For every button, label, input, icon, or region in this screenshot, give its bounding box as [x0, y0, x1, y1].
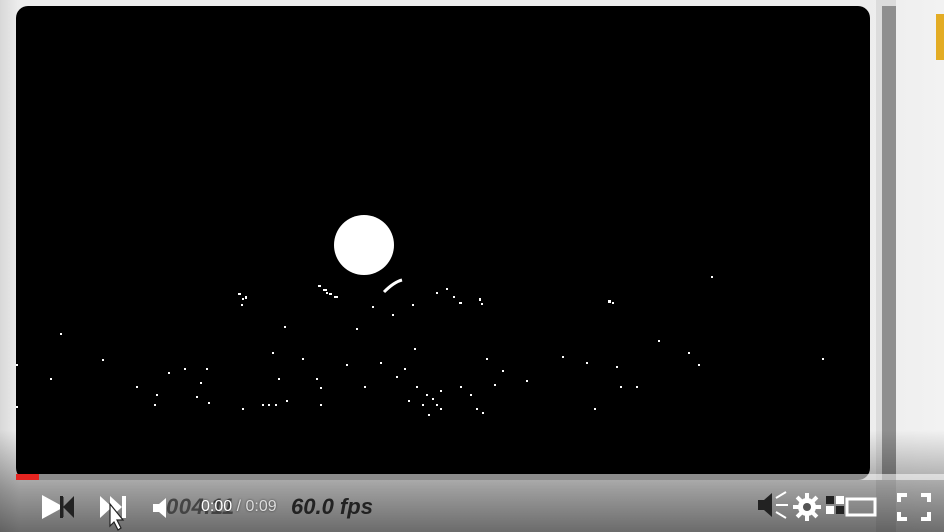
settings-icon — [793, 493, 821, 521]
mouse-pointer-icon — [109, 502, 125, 531]
volume-icon — [153, 498, 166, 518]
annotations-button[interactable] — [756, 488, 792, 522]
settings-button[interactable] — [792, 492, 822, 522]
time-display: 0:00 / 0:09 — [201, 498, 277, 516]
moon — [334, 215, 394, 275]
fullscreen-icon — [897, 493, 931, 521]
fullscreen-button[interactable] — [896, 492, 932, 522]
light-arc — [382, 278, 403, 294]
volume-button[interactable] — [150, 494, 176, 522]
progress-bar[interactable] — [16, 474, 944, 480]
current-time: 0:00 — [201, 498, 233, 515]
previous-button[interactable] — [58, 494, 76, 520]
theater-mode-button[interactable] — [844, 494, 878, 520]
video-frame[interactable] — [16, 6, 870, 480]
scroll-bar[interactable] — [882, 6, 896, 480]
accent-tab — [936, 14, 944, 60]
time-separator: / — [232, 498, 246, 515]
video-content — [16, 215, 824, 416]
annotation-icon — [758, 491, 788, 519]
previous-icon — [60, 496, 74, 518]
player-controls: 0:00 / 0:09 — [0, 482, 944, 532]
theater-mode-icon — [845, 497, 877, 517]
stars — [16, 276, 824, 416]
progress-played — [16, 474, 40, 480]
duration: 0:09 — [245, 498, 277, 515]
